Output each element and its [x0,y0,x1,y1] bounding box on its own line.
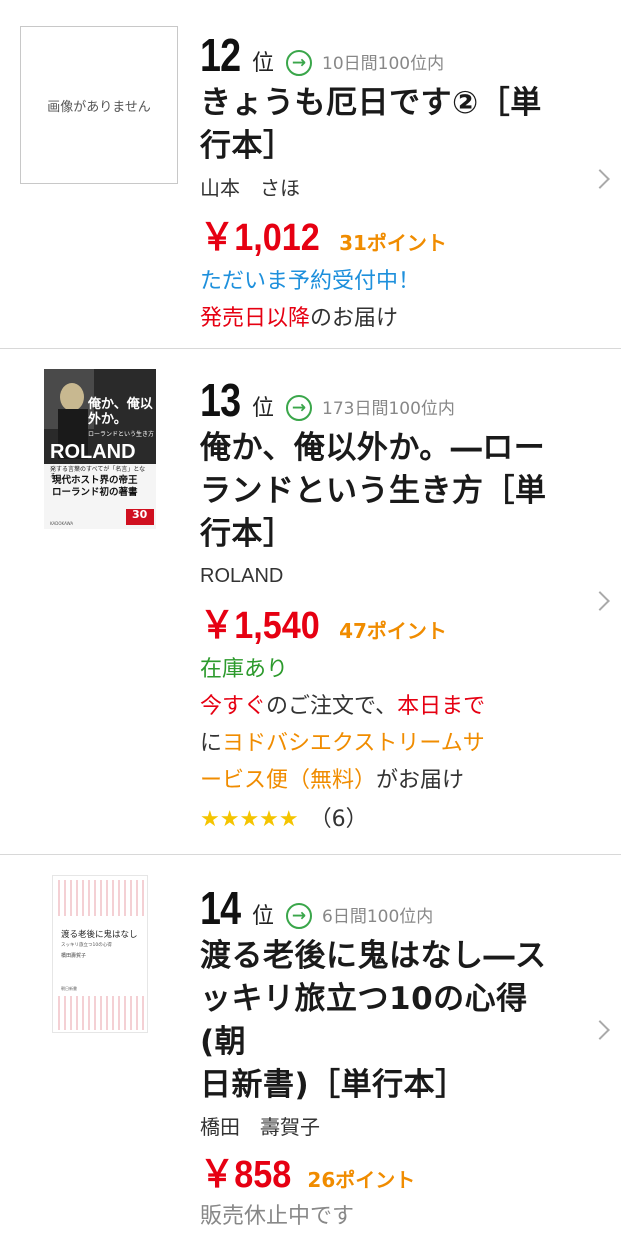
cover-publisher: KADOKAWA [50,521,74,526]
rank-line: 12 位 → 10日間100位内 [200,28,570,78]
cover-title: 渡る老後に鬼はなし [61,930,138,940]
ranking-item-14[interactable]: 渡る老後に鬼はなし スッキリ旅立つ10の心得 橋田壽賀子 朝日新書 14 位 →… [0,855,621,1229]
arrow-right-circle-icon: → [286,395,313,421]
delivery-text: 発売日以降のお届け [200,300,570,337]
rank-number: 13 [200,374,241,426]
cover-tagline-3: ローランド初の著書 [52,487,138,498]
arrow-right-circle-icon: → [286,50,313,76]
book-cover-asahi[interactable]: 渡る老後に鬼はなし スッキリ旅立つ10の心得 橋田壽賀子 朝日新書 [52,875,148,1033]
delivery-rest: のお届け [310,306,399,331]
chevron-right-icon[interactable] [590,169,610,189]
title-line: 俺か、俺以外か。―ロー [200,430,546,466]
chevron-right-icon[interactable] [590,1020,610,1040]
cover-series: 朝日新書 [61,986,77,991]
rank-number: 12 [200,29,241,81]
no-image-text: 画像がありません [47,99,151,115]
cover-subtitle: スッキリ旅立つ10の心得 [61,943,112,948]
order-today: 本日まで [397,694,486,719]
rank-meta: 10日間100位内 [322,54,445,74]
product-title[interactable]: きょうも厄日です②［単 行本］ [200,82,570,168]
points: 31ポイント [339,231,447,255]
author: ROLAND [200,565,284,587]
ranking-item-12[interactable]: 画像がありません 12 位 → 10日間100位内 きょうも厄日です②［単 行本… [0,0,621,348]
price: ￥1,012 [200,217,320,259]
order-tail: がお届け [376,768,465,793]
product-title[interactable]: 渡る老後に鬼はなし―ス ッキリ旅立つ10の心得(朝 日新書)［単行本］ [200,935,570,1107]
title-line: 渡る老後に鬼はなし―ス [200,938,547,974]
cover-brand: ROLAND [50,441,136,463]
cover-title: 俺か、俺以外か。 [88,397,153,427]
title-line: ランドという生き方［単 [200,473,547,509]
arrow-right-circle-icon: → [286,903,313,929]
book-cover-roland[interactable]: 俺か、俺以外か。 ローランドという生き方 ROLAND 発する言葉のすべてが「名… [44,369,156,529]
price-line: ￥1,540 47ポイント [200,594,570,649]
rank-unit: 位 [252,51,275,76]
rank-meta: 6日間100位内 [322,907,434,927]
extreme-service: ヨドバシエクストリームサ [222,731,485,756]
cover-author: 橋田壽賀子 [61,953,87,959]
title-line: 行本］ [200,516,295,552]
rank-meta: 173日間100位内 [322,399,455,419]
no-image-placeholder: 画像がありません [20,26,178,184]
chevron-right-icon[interactable] [590,591,610,611]
rank-line: 13 位 → 173日間100位内 [200,373,570,423]
cover-subtitle: ローランドという生き方 [88,431,155,438]
status-text: 販売休止中です [200,1204,355,1229]
star-icon: ★★★★★ [200,807,299,832]
delivery-date-red: 発売日以降 [200,306,311,331]
review-count: （6） [309,807,368,832]
delivery-service: にヨドバシエクストリームサ [200,725,570,762]
price: ￥858 [200,1154,292,1196]
rating[interactable]: ★★★★★ （6） [200,801,570,838]
price: ￥1,540 [200,605,320,647]
delivery-text: 今すぐのご注文で、本日まで [200,688,570,725]
rank-unit: 位 [252,396,275,421]
order-ni: に [200,731,223,756]
title-line: ッキリ旅立つ10の心得(朝 [200,981,528,1060]
extreme-service-2: ービス便（無料） [200,768,377,793]
rank-line: 14 位 → 6日間100位内 [200,881,570,931]
stock-status: 在庫あり [200,657,289,682]
rank-number: 14 [200,882,241,934]
order-now: 今すぐ [200,694,267,719]
title-line: 日新書)［単行本］ [200,1067,467,1103]
author: 山本 さほ [200,176,300,200]
rank-unit: 位 [252,904,275,929]
delivery-service-2: ービス便（無料）がお届け [200,762,570,799]
price-line: ￥1,012 31ポイント [200,206,570,261]
author: 橋田 壽賀子 [200,1115,320,1139]
points: 47ポイント [339,619,447,643]
price-line: ￥858 26ポイント [200,1143,570,1198]
title-line: きょうも厄日です②［単 [200,85,542,121]
order-mid: のご注文で、 [266,694,398,719]
cover-tagline-2: 現代ホスト界の帝王 [52,475,138,486]
points: 26ポイント [307,1168,416,1192]
cover-badge: 30 [132,508,148,521]
product-title[interactable]: 俺か、俺以外か。―ロー ランドという生き方［単 行本］ [200,427,570,556]
title-line: 行本］ [200,128,295,164]
status-text: ただいま予約受付中！ [200,269,421,294]
ranking-item-13[interactable]: 俺か、俺以外か。 ローランドという生き方 ROLAND 発する言葉のすべてが「名… [0,349,621,854]
